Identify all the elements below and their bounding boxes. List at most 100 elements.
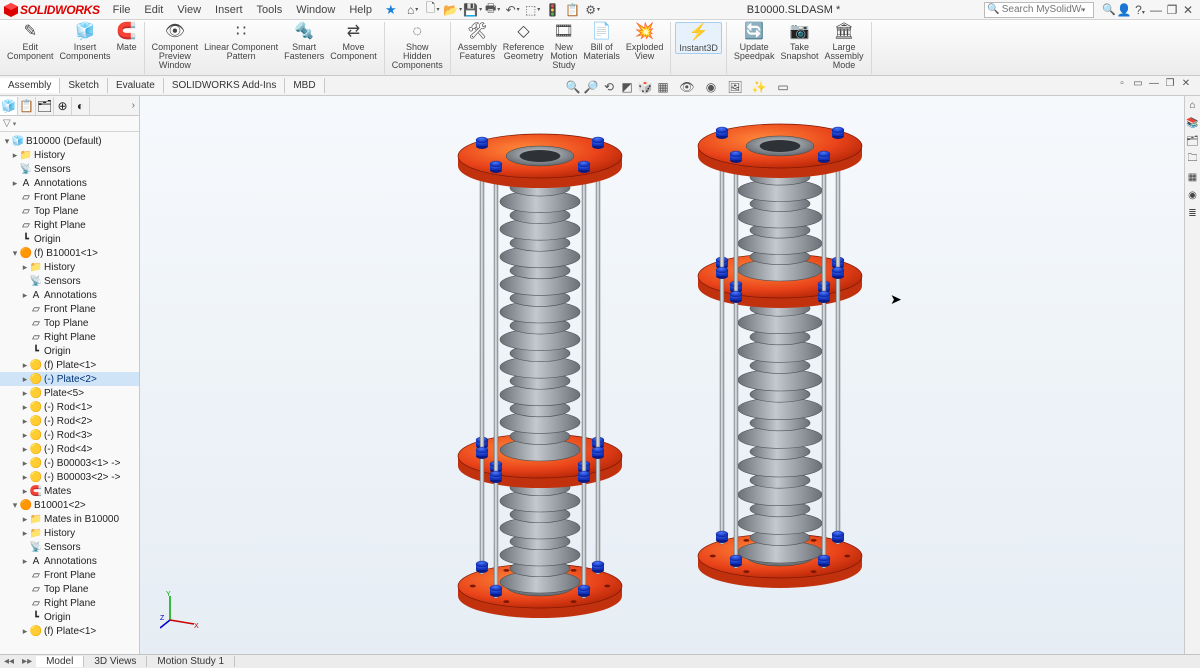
tree-node[interactable]: ▸🟡(f) Plate<1> [0, 358, 139, 372]
hide-show-icon[interactable]: 👁 [678, 79, 696, 95]
expand-icon[interactable]: ▸ [20, 556, 30, 567]
tree-node[interactable]: ▱Front Plane [0, 568, 139, 582]
section-view-icon[interactable]: ◩ [618, 79, 636, 95]
expand-icon[interactable]: ▸ [20, 360, 30, 371]
expand-icon[interactable]: ▾ [10, 248, 20, 259]
tree-node[interactable]: ▸🟡(-) B00003<1> -> [0, 456, 139, 470]
tree-node[interactable]: ▸AAnnotations [0, 288, 139, 302]
tree-node[interactable]: ┗Origin [0, 344, 139, 358]
ribbon-insert-components[interactable]: 🧊Insert Components [57, 22, 114, 61]
expand-icon[interactable]: ▸ [20, 388, 30, 399]
child-maximize-icon[interactable]: ❐ [1162, 78, 1178, 92]
tree-node[interactable]: ▸🟡(-) B00003<2> -> [0, 470, 139, 484]
tree-node[interactable]: ▸📁History [0, 148, 139, 162]
ribbon-show-hidden-components[interactable]: ◌Show Hidden Components [389, 22, 446, 70]
fm-tab-feature-icon[interactable]: 🧊 [0, 97, 18, 115]
view-orient-icon[interactable]: 🎲 [636, 79, 654, 95]
minimize-icon[interactable]: — [1148, 3, 1164, 17]
ribbon-large-assembly-mode[interactable]: 🏛Large Assembly Mode [821, 22, 866, 70]
ribbon-smart-fasteners[interactable]: 🔩Smart Fasteners [281, 22, 327, 61]
tp-design-library-icon[interactable]: 🗂 [1185, 132, 1200, 150]
tree-node[interactable]: ┗Origin [0, 232, 139, 246]
tree-node[interactable]: 📡Sensors [0, 274, 139, 288]
tp-file-explorer-icon[interactable]: 🗀 [1185, 150, 1200, 168]
tp-view-palette-icon[interactable]: ▦ [1185, 168, 1200, 186]
menu-help[interactable]: Help [342, 4, 379, 16]
pin-icon[interactable]: ★ [385, 2, 397, 18]
graphics-viewport[interactable]: ➤ Y X Z [140, 96, 1184, 654]
fm-tab-config-icon[interactable]: 🗂 [36, 97, 54, 115]
tp-custom-props-icon[interactable]: ≣ [1185, 204, 1200, 222]
child-collapse-icon[interactable]: ▫ [1114, 78, 1130, 92]
tree-node[interactable]: ▾🟠B10001<2> [0, 498, 139, 512]
tree-node[interactable]: ▸AAnnotations [0, 176, 139, 190]
bottom-nav-left-icon[interactable]: ◂◂ [0, 656, 18, 667]
tree-node[interactable]: ▱Top Plane [0, 316, 139, 330]
tree-node[interactable]: ▸🟡(-) Plate<2> [0, 372, 139, 386]
bottom-nav-right-icon[interactable]: ▸▸ [18, 656, 36, 667]
cm-tab-mbd[interactable]: MBD [285, 78, 324, 93]
ribbon-reference-geometry[interactable]: ◇Reference Geometry [500, 22, 548, 61]
qat-save-icon[interactable]: 💾▾ [463, 2, 483, 18]
scene-icon[interactable]: 🖼 [726, 79, 744, 95]
prev-view-icon[interactable]: ⟲ [600, 79, 618, 95]
fm-tab-display-icon[interactable]: ◐ [72, 97, 90, 115]
expand-icon[interactable]: ▸ [20, 486, 30, 497]
expand-icon[interactable]: ▸ [20, 290, 30, 301]
appearance-icon[interactable]: ◉ [702, 79, 720, 95]
expand-icon[interactable]: ▸ [20, 458, 30, 469]
expand-icon[interactable]: ▸ [20, 374, 30, 385]
ribbon-component-preview-window[interactable]: 👁Component Preview Window [149, 22, 202, 70]
cm-tab-assembly[interactable]: Assembly [0, 78, 60, 93]
tree-node[interactable]: ┗Origin [0, 610, 139, 624]
tree-node[interactable]: ▱Right Plane [0, 596, 139, 610]
search-box[interactable]: 🔍 ▾ [984, 2, 1094, 18]
ribbon-linear-component-pattern[interactable]: ∷Linear Component Pattern [201, 22, 281, 61]
qat-print-icon[interactable]: 🖶▾ [483, 2, 503, 18]
help-icon[interactable]: ?▾ [1132, 3, 1148, 17]
qat-select-icon[interactable]: ⬚▾ [523, 2, 543, 18]
ribbon-take-snapshot[interactable]: 📷Take Snapshot [777, 22, 821, 61]
menu-insert[interactable]: Insert [208, 4, 250, 16]
tree-node[interactable]: ▸📁History [0, 260, 139, 274]
restore-icon[interactable]: ❐ [1164, 3, 1180, 17]
menu-file[interactable]: File [106, 4, 138, 16]
search-go-icon[interactable]: 🔍 [1102, 3, 1116, 16]
qat-rebuild-icon[interactable]: 🚦 [543, 2, 563, 18]
tree-node[interactable]: ▾🟠(f) B10001<1> [0, 246, 139, 260]
display-style-icon[interactable]: ▦ [654, 79, 672, 95]
tree-node[interactable]: 📡Sensors [0, 540, 139, 554]
menu-tools[interactable]: Tools [250, 4, 290, 16]
tree-node[interactable]: ▱Front Plane [0, 302, 139, 316]
tp-resources-icon[interactable]: 📚 [1185, 114, 1200, 132]
cm-tab-solidworks-add-ins[interactable]: SOLIDWORKS Add-Ins [164, 78, 285, 93]
cm-tab-evaluate[interactable]: Evaluate [108, 78, 164, 93]
tree-node[interactable]: ▸📁History [0, 526, 139, 540]
tree-node[interactable]: ▸🟡(-) Rod<2> [0, 414, 139, 428]
ribbon-update-speedpak[interactable]: 🔄Update Speedpak [731, 22, 778, 61]
ribbon-edit-component[interactable]: ✎Edit Component [4, 22, 57, 61]
child-close-icon[interactable]: ✕ [1178, 78, 1194, 92]
bottom-tab-3d-views[interactable]: 3D Views [84, 656, 147, 667]
expand-icon[interactable]: ▸ [20, 262, 30, 273]
child-minimize-icon[interactable]: ▭ [1130, 78, 1146, 92]
qat-home-icon[interactable]: ⌂▾ [403, 2, 423, 18]
render-icon[interactable]: ▭ [774, 79, 792, 95]
expand-icon[interactable]: ▾ [2, 136, 12, 147]
tree-node[interactable]: ▸🟡(-) Rod<1> [0, 400, 139, 414]
user-icon[interactable]: 👤 [1116, 3, 1132, 17]
menu-edit[interactable]: Edit [137, 4, 170, 16]
fm-tab-dim-icon[interactable]: ⊕ [54, 97, 72, 115]
ribbon-mate[interactable]: 🧲Mate [114, 22, 140, 52]
menu-view[interactable]: View [170, 4, 208, 16]
expand-icon[interactable]: ▸ [20, 528, 30, 539]
tree-node[interactable]: ▸🟡(f) Plate<1> [0, 624, 139, 638]
bottom-tab-motion-study-1[interactable]: Motion Study 1 [147, 656, 235, 667]
tree-node[interactable]: ▱Top Plane [0, 204, 139, 218]
tree-node[interactable]: 📡Sensors [0, 162, 139, 176]
menu-window[interactable]: Window [289, 4, 342, 16]
expand-icon[interactable]: ▸ [10, 178, 20, 189]
tree-node[interactable]: ▸AAnnotations [0, 554, 139, 568]
cm-tab-sketch[interactable]: Sketch [60, 78, 108, 93]
tp-home-icon[interactable]: ⌂ [1185, 96, 1200, 114]
